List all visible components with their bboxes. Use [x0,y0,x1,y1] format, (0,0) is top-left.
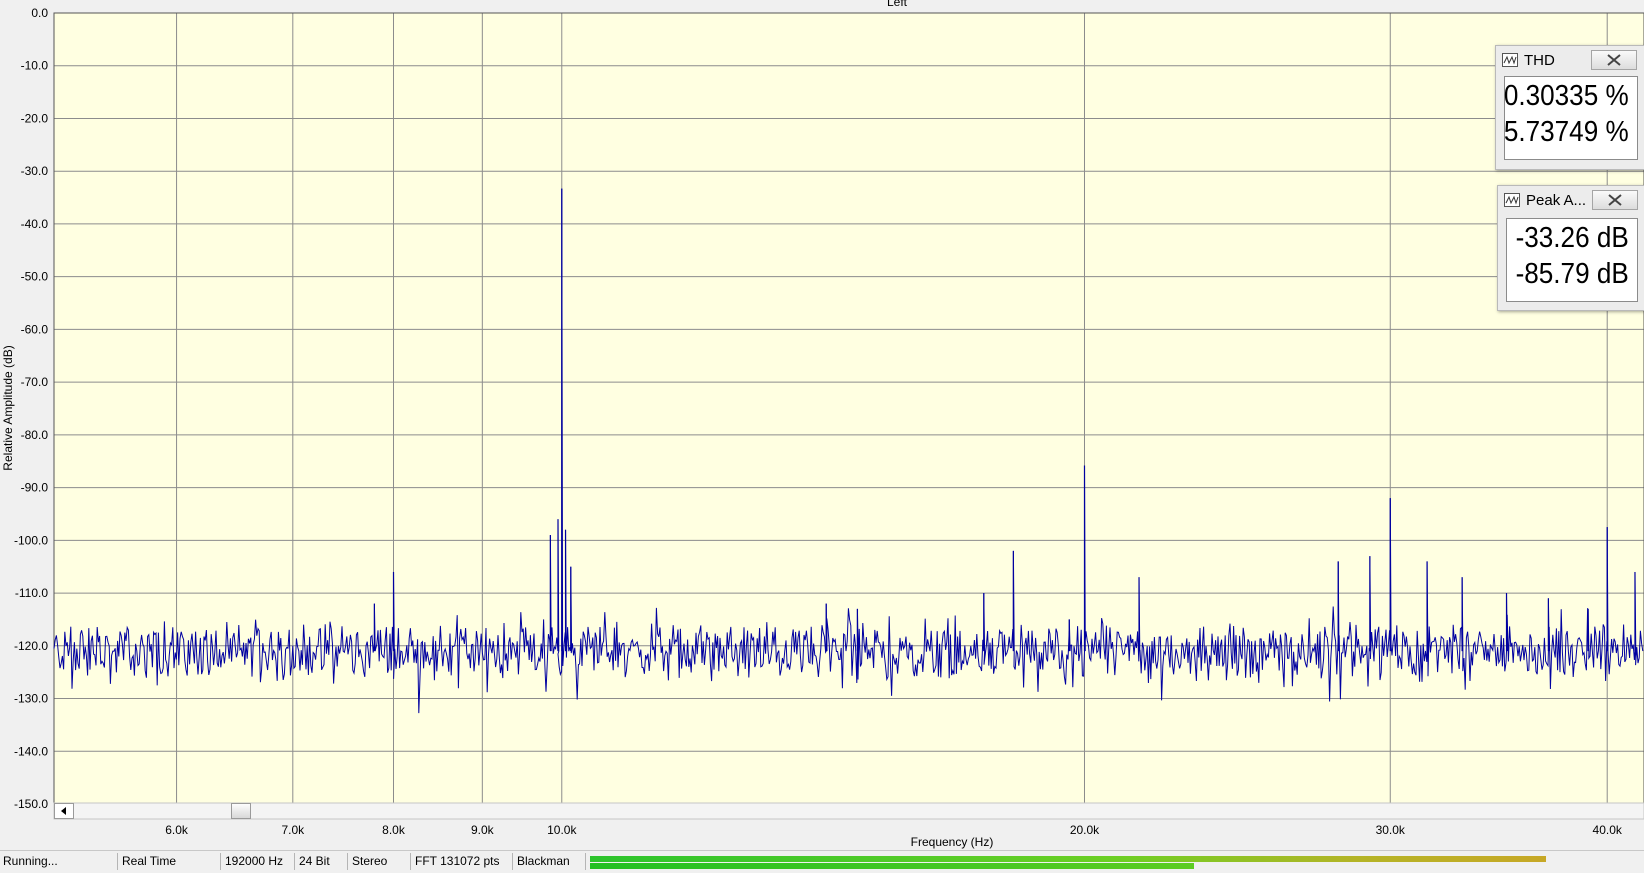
peak-readout-values: -33.26 dB -85.79 dB [1506,218,1638,302]
x-tick-label: 10.0k [547,823,577,837]
level-meter-left [590,856,1546,862]
y-tick-label: -20.0 [21,111,49,125]
x-tick-label: 6.0k [165,823,189,837]
y-tick-label: -100.0 [14,533,48,547]
status-sample-rate: 192000 Hz [222,853,295,870]
spectrum-analyzer-window: 0.0 -10.0 -20.0 -30.0 -40.0 -50.0 -60.0 -70.0 -8… [0,0,1644,873]
y-tick-label: -70.0 [21,375,49,389]
x-tick-label: 7.0k [281,823,305,837]
x-axis-label: Frequency (Hz) [911,835,994,849]
y-tick-label: -60.0 [21,322,49,336]
level-meter [590,855,1596,870]
y-tick-label: -120.0 [14,639,48,653]
peak-readout-panel[interactable]: Peak A... -33.26 dB -85.79 dB [1497,185,1644,311]
y-tick-label: -50.0 [21,270,49,284]
y-tick-label: -140.0 [14,744,48,758]
y-tick-label: -10.0 [21,59,49,73]
y-tick-label: -150.0 [14,797,48,811]
y-tick-label: -130.0 [14,692,48,706]
close-icon [1608,194,1622,206]
y-tick-label: 0.0 [31,6,48,20]
level-meter-right [590,863,1194,869]
close-thd-button[interactable] [1591,50,1637,70]
y-axis-label: Relative Amplitude (dB) [1,345,15,470]
y-tick-label: -90.0 [21,481,49,495]
scroll-track [53,802,1644,820]
thd-readout-label: THD [1524,52,1555,69]
status-state: Running... [0,853,118,870]
x-tick-label: 8.0k [382,823,406,837]
status-bar: Running... Real Time 192000 Hz 24 Bit St… [0,850,1644,873]
peak-value-2: -85.79 dB [1515,258,1629,290]
y-tick-label: -40.0 [21,217,49,231]
status-mode: Real Time [119,853,221,870]
waveform-icon [1502,53,1518,67]
close-icon [1607,54,1621,66]
x-tick-label: 9.0k [471,823,495,837]
x-tick-label: 20.0k [1070,823,1100,837]
x-tick-label: 30.0k [1376,823,1406,837]
thd-readout-panel[interactable]: THD 0.30335 % 5.73749 % [1495,45,1644,170]
y-tick-label: -80.0 [21,428,49,442]
waveform-icon [1504,193,1520,207]
spectrum-plot: 0.0 -10.0 -20.0 -30.0 -40.0 -50.0 -60.0 -70.0 -8… [1,0,1644,849]
scroll-left-button[interactable] [54,803,74,819]
status-fft: FFT 131072 pts [412,853,513,870]
thd-readout-values: 0.30335 % 5.73749 % [1504,76,1638,160]
x-tick-label: 40.0k [1593,823,1623,837]
peak-readout-titlebar[interactable]: Peak A... [1504,190,1638,212]
scroll-thumb[interactable] [231,803,251,819]
arrow-left-icon [61,807,66,815]
y-tick-label: -110.0 [15,586,48,600]
status-window: Blackman [514,853,586,870]
y-tick-label: -30.0 [21,164,49,178]
thd-value-2: 5.73749 % [1504,116,1629,148]
status-channels: Stereo [349,853,411,870]
peak-value-1: -33.26 dB [1515,222,1629,254]
thd-readout-titlebar[interactable]: THD [1502,50,1638,72]
chart-title: Left [887,0,908,9]
peak-readout-label: Peak A... [1526,192,1587,209]
thd-value-1: 0.30335 % [1504,80,1629,112]
close-peak-button[interactable] [1592,190,1638,210]
status-bit-depth: 24 Bit [296,853,348,870]
